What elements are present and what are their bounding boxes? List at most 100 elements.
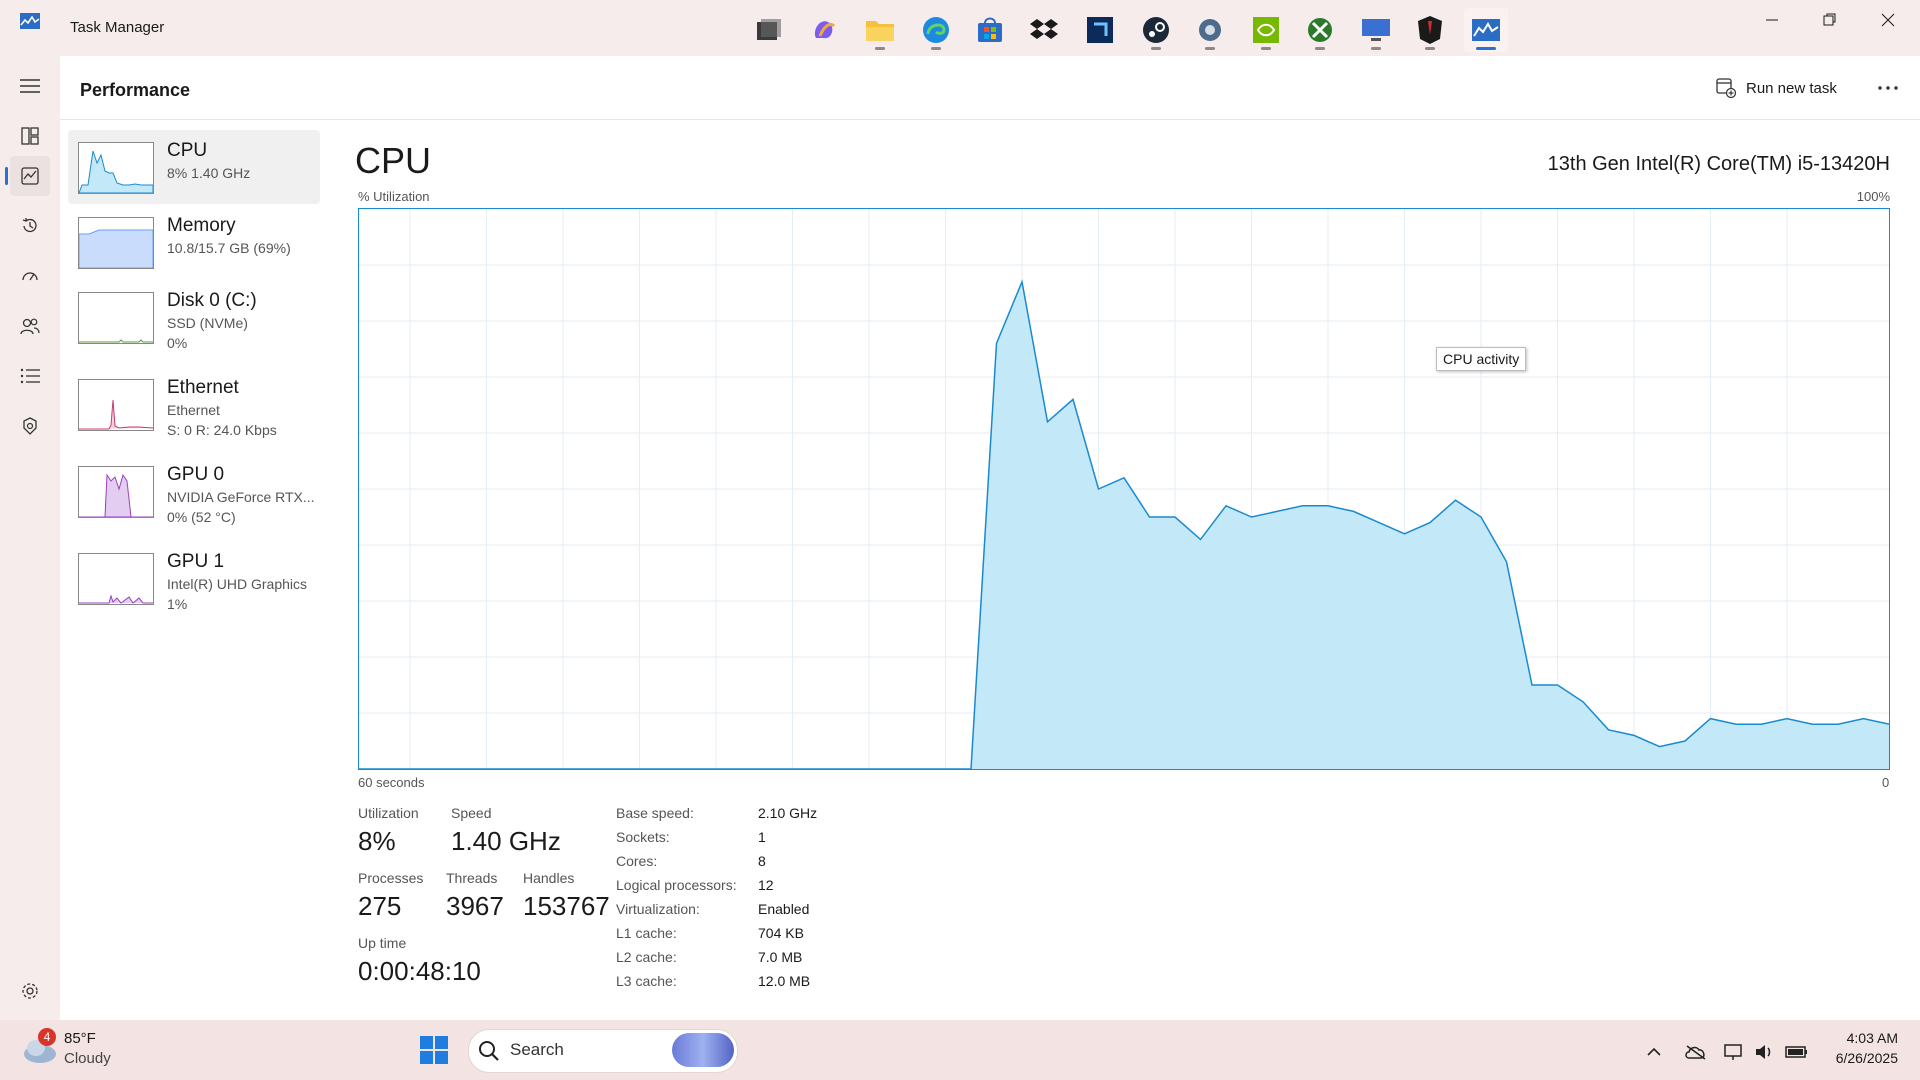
- handles-value: 153767: [523, 891, 610, 921]
- show-hidden-icons-button[interactable]: [1643, 1042, 1665, 1062]
- taskbar-copilot[interactable]: [802, 8, 846, 52]
- resource-detail: SSD (NVMe): [167, 315, 248, 331]
- taskbar-task-manager[interactable]: [1464, 8, 1508, 52]
- active-nav-indicator: [5, 167, 8, 185]
- minimize-button[interactable]: [1743, 0, 1801, 40]
- header-separator: [60, 119, 1920, 120]
- weather-description: Cloudy: [64, 1050, 111, 1067]
- threads-label: Threads: [446, 870, 498, 886]
- gear-icon: [22, 983, 38, 999]
- threads-value: 3967: [446, 891, 504, 921]
- navigation-rail: [0, 56, 60, 1020]
- hamburger-menu-button[interactable]: [10, 66, 50, 106]
- startup-gauge-icon: [22, 272, 38, 281]
- handles-label: Handles: [523, 870, 575, 886]
- more-options-button[interactable]: [1872, 74, 1904, 102]
- speaker-icon: [1756, 1045, 1771, 1059]
- cpu-thumbnail-graph: [78, 142, 154, 194]
- processes-value: 275: [358, 891, 402, 921]
- edge-browser-icon: [923, 17, 949, 43]
- taskbar-microsoft-store[interactable]: [968, 8, 1012, 52]
- taskbar-task-view[interactable]: [746, 8, 790, 52]
- close-button[interactable]: [1859, 0, 1917, 40]
- resource-detail-secondary: S: 0 R: 24.0 Kbps: [167, 422, 277, 438]
- taskbar-remote-desktop[interactable]: [1354, 8, 1398, 52]
- network-tray-icon[interactable]: [1723, 1042, 1745, 1062]
- xbox-icon: [1308, 18, 1332, 42]
- taskbar-dropbox[interactable]: [1022, 8, 1066, 52]
- active-app-indicator: [1476, 47, 1496, 50]
- services-puzzle-icon: [23, 417, 37, 435]
- nav-processes[interactable]: [10, 116, 50, 156]
- page-title: Performance: [80, 80, 191, 100]
- clock-time[interactable]: 4:03 AM: [1828, 1030, 1898, 1046]
- nav-startup-apps[interactable]: [10, 256, 50, 296]
- info-key: Virtualization:: [616, 901, 700, 917]
- resource-name: CPU: [167, 140, 208, 161]
- processes-icon: [21, 127, 39, 145]
- weather-widget[interactable]: 4: [20, 1028, 60, 1070]
- taskbar-xbox[interactable]: [1298, 8, 1342, 52]
- uptime-value: 0:00:48:10: [358, 956, 481, 986]
- uptime-label: Up time: [358, 935, 407, 951]
- resource-name: Disk 0 (C:): [167, 290, 257, 311]
- settings-gear-icon: [1199, 19, 1221, 41]
- info-value: 7.0 MB: [758, 949, 803, 965]
- restore-button[interactable]: [1801, 0, 1859, 40]
- resource-item-disk[interactable]: Disk 0 (C:) SSD (NVMe) 0%: [68, 280, 320, 354]
- search-placeholder: Search: [510, 1040, 564, 1059]
- info-key: Base speed:: [616, 805, 694, 821]
- resource-item-gpu0[interactable]: GPU 0 NVIDIA GeForce RTX... 0% (52 °C): [68, 454, 320, 528]
- cpu-utilization-graph: [358, 208, 1890, 770]
- taskbar-steam[interactable]: [1134, 8, 1178, 52]
- taskbar-file-explorer[interactable]: [858, 8, 902, 52]
- onedrive-tray-icon[interactable]: [1685, 1042, 1707, 1062]
- resource-detail: 8% 1.40 GHz: [167, 165, 251, 181]
- max-percent-label: 100%: [1856, 189, 1890, 204]
- cpu-graph-svg: [359, 209, 1890, 770]
- time-zero-label: 0: [1882, 775, 1890, 790]
- resource-detail: Ethernet: [167, 402, 220, 418]
- chevron-up-icon: [1647, 1047, 1661, 1056]
- title-bar: Task Manager: [0, 0, 1920, 56]
- nav-users[interactable]: [10, 306, 50, 346]
- resource-item-memory[interactable]: Memory 10.8/15.7 GB (69%): [68, 205, 320, 279]
- resource-item-ethernet[interactable]: Ethernet Ethernet S: 0 R: 24.0 Kbps: [68, 367, 320, 441]
- info-key: Cores:: [616, 853, 658, 869]
- run-new-task-button[interactable]: Run new task: [1716, 74, 1837, 102]
- taskbar-app-red[interactable]: [1408, 8, 1452, 52]
- cpu-utilization-area: [359, 281, 1889, 769]
- clock-date[interactable]: 6/26/2025: [1818, 1050, 1898, 1066]
- running-indicator: [1425, 47, 1435, 50]
- info-value: 1: [758, 829, 766, 845]
- nav-app-history[interactable]: [10, 206, 50, 246]
- task-manager-icon: [1472, 19, 1500, 41]
- nav-details[interactable]: [10, 356, 50, 396]
- info-key: Logical processors:: [616, 877, 737, 893]
- taskbar-nvidia[interactable]: [1244, 8, 1288, 52]
- taskbar-app-blue[interactable]: [1078, 8, 1122, 52]
- nav-settings[interactable]: [10, 971, 50, 1011]
- resource-item-cpu[interactable]: CPU 8% 1.40 GHz: [68, 130, 320, 204]
- store-bag-icon: [978, 17, 1002, 42]
- weather-alert-badge: 4: [38, 1028, 56, 1046]
- battery-tray-icon[interactable]: [1785, 1042, 1807, 1062]
- nav-services[interactable]: [10, 406, 50, 446]
- users-icon: [20, 318, 40, 335]
- info-value: Enabled: [758, 901, 810, 917]
- resource-item-gpu1[interactable]: GPU 1 Intel(R) UHD Graphics 1%: [68, 541, 320, 615]
- utilization-label: Utilization: [358, 805, 419, 821]
- cpu-activity-tooltip: CPU activity: [1436, 347, 1527, 371]
- info-value: 12.0 MB: [758, 973, 811, 989]
- network-monitor-icon: [1724, 1044, 1742, 1060]
- start-button[interactable]: [412, 1028, 456, 1072]
- info-key: Sockets:: [616, 829, 670, 845]
- volume-tray-icon[interactable]: [1753, 1042, 1775, 1062]
- taskbar-settings[interactable]: [1188, 8, 1232, 52]
- running-indicator: [1371, 47, 1381, 50]
- taskbar-edge[interactable]: [914, 8, 958, 52]
- run-task-icon: [1716, 78, 1736, 98]
- app-tile-icon: [1087, 17, 1113, 43]
- utilization-axis-label: % Utilization: [358, 189, 430, 204]
- nav-performance[interactable]: [10, 156, 50, 196]
